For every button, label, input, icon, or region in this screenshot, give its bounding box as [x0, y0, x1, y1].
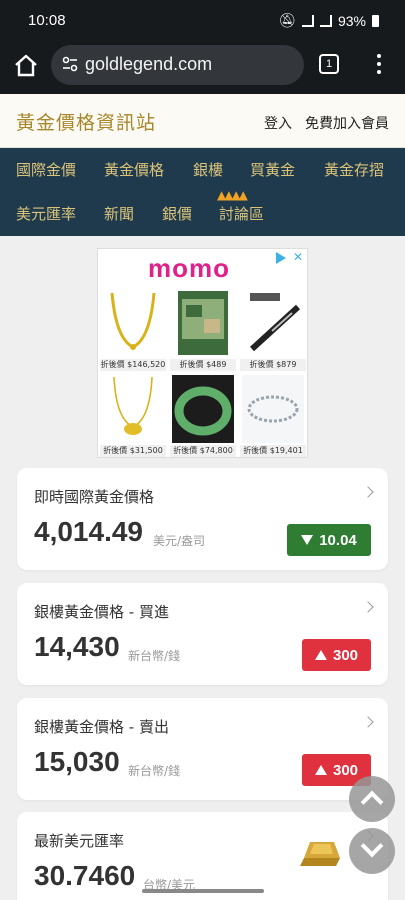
- site-settings-icon[interactable]: [61, 55, 79, 73]
- register-link[interactable]: 免費加入會員: [305, 113, 389, 133]
- address-bar[interactable]: goldlegend.com: [51, 45, 304, 85]
- chevron-right-icon: [362, 716, 374, 728]
- gesture-navigation-bar[interactable]: [142, 889, 264, 893]
- card-value: 4,014.49: [34, 516, 143, 547]
- chevron-up-icon: [360, 790, 384, 814]
- card-unit: 新台幣/錢: [128, 764, 181, 778]
- nav-gold-passbook[interactable]: 黃金存摺: [324, 159, 384, 180]
- nav-international-gold[interactable]: 國際金價: [16, 159, 76, 180]
- ad-price: 折後價 $146,520: [100, 359, 166, 371]
- card-title: 最新美元匯率: [34, 832, 125, 850]
- change-badge: 300: [302, 639, 371, 671]
- ad-item[interactable]: 折後價 $74,800: [170, 375, 236, 457]
- nav-jewelry-store[interactable]: 銀樓: [193, 159, 223, 180]
- book-icon: [178, 291, 228, 355]
- chevron-down-icon: [360, 834, 384, 858]
- gold-bar-icon: [300, 842, 340, 866]
- card-title: 即時國際黃金價格: [34, 488, 155, 506]
- status-time: 10:08: [28, 12, 66, 29]
- card-title: 銀樓黃金價格 - 賣出: [34, 718, 169, 736]
- gold-necklace-icon: [110, 292, 156, 350]
- fire-icon: ▲▲▲▲: [217, 188, 248, 202]
- ad-item[interactable]: 折後價 $879: [240, 289, 306, 371]
- nav-buy-gold[interactable]: 買黃金: [250, 159, 295, 180]
- gold-pendant-necklace-icon: [113, 376, 153, 435]
- ad-item[interactable]: 折後價 $31,500: [100, 375, 166, 457]
- more-menu-icon[interactable]: [371, 52, 387, 76]
- chevron-right-icon: [362, 486, 374, 498]
- ad-price: 折後價 $879: [240, 359, 306, 371]
- card-title: 銀樓黃金價格 - 買進: [34, 603, 169, 621]
- ad-close-icon[interactable]: ✕: [293, 250, 303, 264]
- home-icon[interactable]: [12, 52, 40, 80]
- store-gold-sell-card[interactable]: 銀樓黃金價格 - 賣出 15,030 新台幣/錢 300: [17, 698, 388, 800]
- battery-icon: [372, 14, 379, 27]
- change-value: 300: [332, 761, 359, 779]
- nav-forum[interactable]: 討論區: [219, 203, 264, 224]
- wifi-icon: [301, 14, 314, 27]
- ad-banner[interactable]: momo ✕ 折後價 $146,520 折後價 $489 折後價 $879 折後: [97, 248, 308, 458]
- store-gold-buy-card[interactable]: 銀樓黃金價格 - 買進 14,430 新台幣/錢 300: [17, 583, 388, 685]
- site-title[interactable]: 黃金價格資訊站: [16, 108, 156, 135]
- card-value: 14,430: [34, 631, 120, 662]
- chevron-right-icon: [362, 601, 374, 613]
- ad-item[interactable]: 折後價 $489: [170, 289, 236, 371]
- ad-price: 折後價 $74,800: [170, 445, 236, 457]
- ad-price: 折後價 $31,500: [100, 445, 166, 457]
- card-value: 15,030: [34, 746, 120, 777]
- ad-price: 折後價 $19,401: [240, 445, 306, 457]
- main-nav: 國際金價 黃金價格 銀樓 買黃金 黃金存摺 美元匯率 新聞 銀價 討論區: [0, 148, 405, 236]
- pen-icon: [249, 293, 301, 352]
- jade-bangle-icon: [172, 375, 234, 443]
- card-value: 30.7460: [34, 860, 136, 891]
- card-unit: 美元/盎司: [153, 534, 206, 548]
- card-unit: 新台幣/錢: [128, 649, 181, 663]
- ad-item[interactable]: 折後價 $146,520: [100, 289, 166, 371]
- arrow-up-icon: [314, 650, 327, 660]
- nav-silver-price[interactable]: 銀價: [162, 203, 192, 224]
- arrow-up-icon: [314, 765, 327, 775]
- nav-gold-price[interactable]: 黃金價格: [104, 159, 164, 180]
- battery-percent: 93%: [337, 12, 366, 29]
- scroll-down-button[interactable]: [349, 828, 395, 874]
- nav-usd-rate[interactable]: 美元匯率: [16, 203, 76, 224]
- browser-toolbar: goldlegend.com 1: [0, 42, 405, 94]
- nav-news[interactable]: 新聞: [104, 203, 134, 224]
- arrow-down-icon: [301, 535, 314, 545]
- mute-icon: 🔕︎: [278, 12, 296, 28]
- ad-brand-logo: momo: [148, 253, 230, 283]
- status-bar: 10:08 🔕︎ 93%: [0, 0, 405, 42]
- change-value: 10.04: [319, 531, 357, 549]
- change-value: 300: [332, 646, 359, 664]
- ad-price: 折後價 $489: [170, 359, 236, 371]
- site-header: 黃金價格資訊站 登入 免費加入會員: [0, 94, 405, 148]
- silver-bracelet-icon: [242, 375, 304, 443]
- login-link[interactable]: 登入: [264, 113, 292, 133]
- signal-icon: [319, 14, 332, 27]
- change-badge: 10.04: [287, 524, 371, 556]
- tab-switcher-button[interactable]: 1: [319, 54, 339, 74]
- url-text: goldlegend.com: [85, 54, 213, 74]
- scroll-up-button[interactable]: [349, 776, 395, 822]
- international-gold-card[interactable]: 即時國際黃金價格 4,014.49 美元/盎司 10.04: [17, 468, 388, 570]
- ad-choices-icon[interactable]: [276, 252, 286, 264]
- ad-item[interactable]: 折後價 $19,401: [240, 375, 306, 457]
- status-icons: 🔕︎ 93%: [278, 12, 379, 29]
